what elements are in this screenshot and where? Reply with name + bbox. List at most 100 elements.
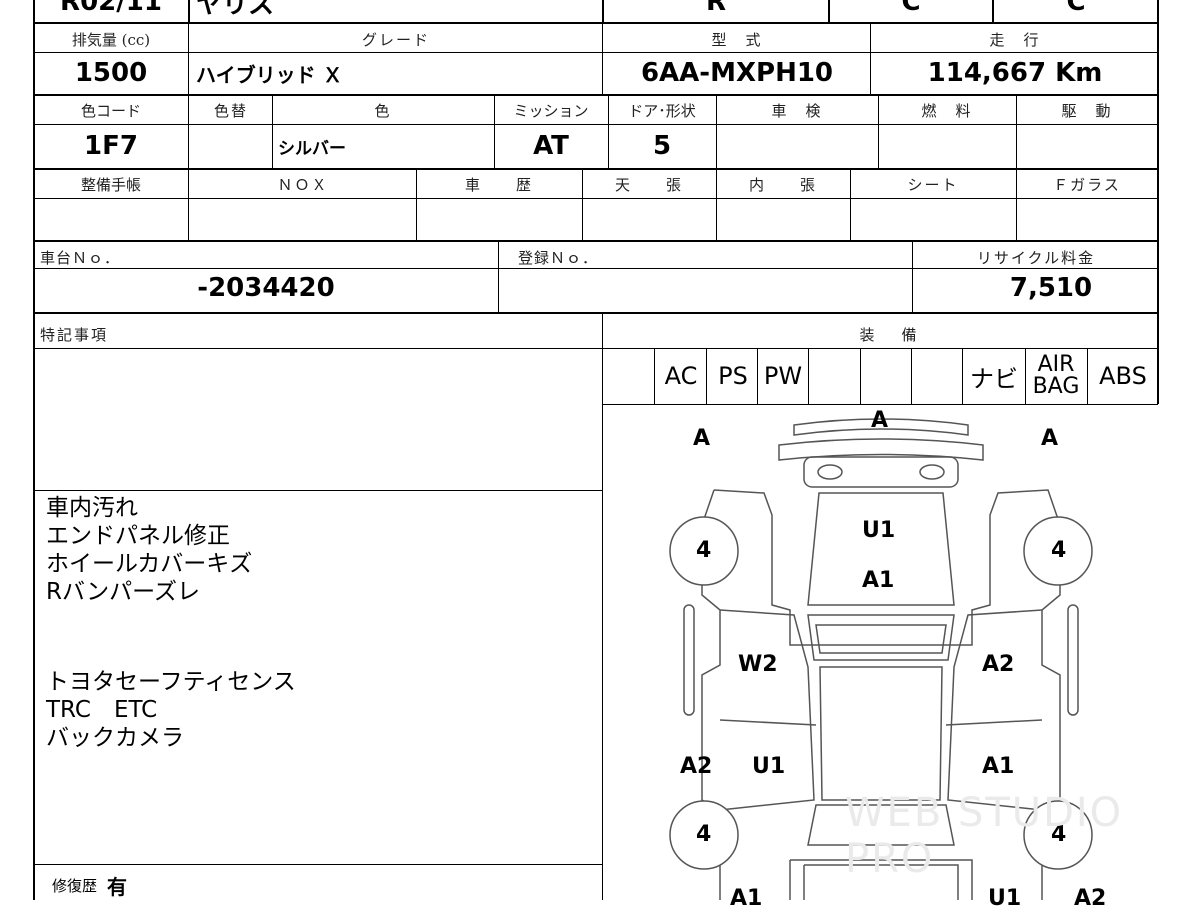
equip-airbag: AIR BAG	[1026, 350, 1086, 402]
history-label: 車 歴	[464, 175, 533, 194]
note-line: 車内汚れ	[46, 495, 138, 521]
mark-rear-left: A1	[730, 886, 763, 911]
col-divider	[716, 168, 717, 240]
col-divider	[188, 0, 190, 22]
mark-front-center: A	[871, 408, 889, 433]
registration-no-label: 登録Ｎｏ．	[518, 248, 599, 267]
row-divider	[33, 124, 1159, 125]
mark-wheel-fl: 4	[696, 538, 712, 563]
col-divider	[608, 94, 609, 168]
col-divider	[962, 348, 963, 404]
mark-rear-right-a: U1	[988, 886, 1022, 911]
chassis-no-label: 車台Ｎｏ．	[40, 248, 121, 267]
color-change-label: 色替	[213, 101, 248, 120]
row-divider	[33, 22, 1159, 24]
transmission-value: AT	[533, 131, 569, 161]
f-glass-label: Ｆガラス	[1053, 175, 1121, 194]
col-divider	[878, 94, 879, 168]
col-divider	[1025, 348, 1026, 404]
col-divider	[602, 22, 603, 94]
mark-wheel-fr: 4	[1051, 538, 1067, 563]
col-divider	[272, 94, 273, 168]
border-left	[33, 0, 35, 900]
col-divider	[498, 240, 499, 312]
row-divider	[33, 864, 602, 865]
notes-list: 車内汚れ エンドパネル修正 ホイールカバーキズ Rバンパーズレ トヨタセーフティ…	[46, 494, 586, 752]
mark-wheel-rl: 4	[696, 822, 712, 847]
grade-value: ハイブリッド Ｘ	[196, 62, 343, 87]
note-line: エンドパネル修正	[46, 523, 230, 549]
row-divider	[33, 348, 1159, 349]
mark-front-right: A	[1041, 426, 1059, 451]
mark-door-rl-b: U1	[752, 754, 786, 779]
note-line: バックカメラ	[46, 725, 184, 751]
col-divider	[828, 0, 830, 22]
mileage-value: 114,667 Km	[927, 58, 1103, 88]
recycle-fee-label: リサイクル料金	[976, 248, 1096, 267]
color-label: 色	[374, 101, 392, 120]
mark-front-left: A	[693, 426, 711, 451]
row-divider	[33, 94, 1159, 96]
row-divider	[33, 312, 1159, 314]
note-line: トヨタセーフティセンス	[46, 669, 296, 695]
doors-value: 5	[652, 131, 672, 161]
model-code-value: 6AA-MXPH10	[640, 58, 834, 88]
col-divider	[188, 94, 189, 168]
col-divider	[870, 22, 871, 94]
fuel-label: 燃 料	[921, 101, 973, 120]
col-divider	[494, 94, 495, 168]
col-divider	[188, 22, 189, 94]
repair-history-value: 有	[107, 874, 128, 899]
equipment-label: 装 備	[859, 325, 923, 344]
row-divider	[33, 268, 1159, 269]
drive-label: 駆 動	[1061, 101, 1113, 120]
exterior-grade-value: C	[1066, 0, 1086, 17]
model-code-label: 型 式	[711, 30, 763, 49]
col-divider	[1016, 94, 1017, 168]
col-divider	[602, 312, 603, 900]
mileage-label: 走 行	[989, 30, 1041, 49]
equip-abs: ABS	[1099, 362, 1147, 390]
col-divider	[912, 240, 913, 312]
equip-airbag-line: BAG	[1032, 374, 1080, 399]
col-divider	[654, 348, 655, 404]
interior-trim-label: 内 張	[748, 175, 817, 194]
note-line: Rバンパーズレ	[46, 579, 200, 605]
row-divider	[33, 240, 1159, 242]
service-record-label: 整備手帳	[80, 175, 141, 194]
score-value: R	[705, 0, 727, 17]
row-divider	[33, 168, 1159, 170]
interior-grade-value: C	[901, 0, 921, 17]
special-notes-label: 特記事項	[40, 325, 109, 344]
col-divider	[602, 0, 604, 22]
displacement-label: 排気量 (cc)	[71, 30, 151, 49]
color-code-value: 1F7	[84, 131, 138, 161]
equip-ac: AC	[664, 362, 698, 390]
equip-ps: PS	[718, 362, 748, 390]
col-divider	[582, 168, 583, 240]
color-code-label: 色コード	[80, 101, 141, 120]
nox-label: ＮＯＸ	[277, 175, 329, 194]
note-line	[46, 634, 586, 668]
color-value: シルバー	[278, 138, 346, 159]
mark-door-fl: W2	[738, 652, 778, 677]
row-divider	[33, 490, 602, 491]
col-divider	[716, 94, 717, 168]
mark-rear-right-b: A2	[1074, 886, 1107, 911]
border-right	[1157, 0, 1159, 404]
ceiling-label: 天 張	[614, 175, 683, 194]
mark-door-rr: A1	[982, 754, 1015, 779]
door-shape-label: ドア･形状	[628, 101, 696, 120]
note-line	[46, 606, 586, 634]
displacement-value: 1500	[74, 58, 148, 88]
col-divider	[850, 168, 851, 240]
col-divider	[992, 0, 994, 22]
col-divider	[1087, 348, 1088, 404]
col-divider	[1016, 168, 1017, 240]
col-divider	[808, 348, 809, 404]
col-divider	[860, 348, 861, 404]
year-value: R02/11	[60, 0, 162, 17]
watermark: WEB STUDIO PRO	[845, 790, 1124, 882]
col-divider	[416, 168, 417, 240]
seat-label: シート	[907, 175, 959, 194]
